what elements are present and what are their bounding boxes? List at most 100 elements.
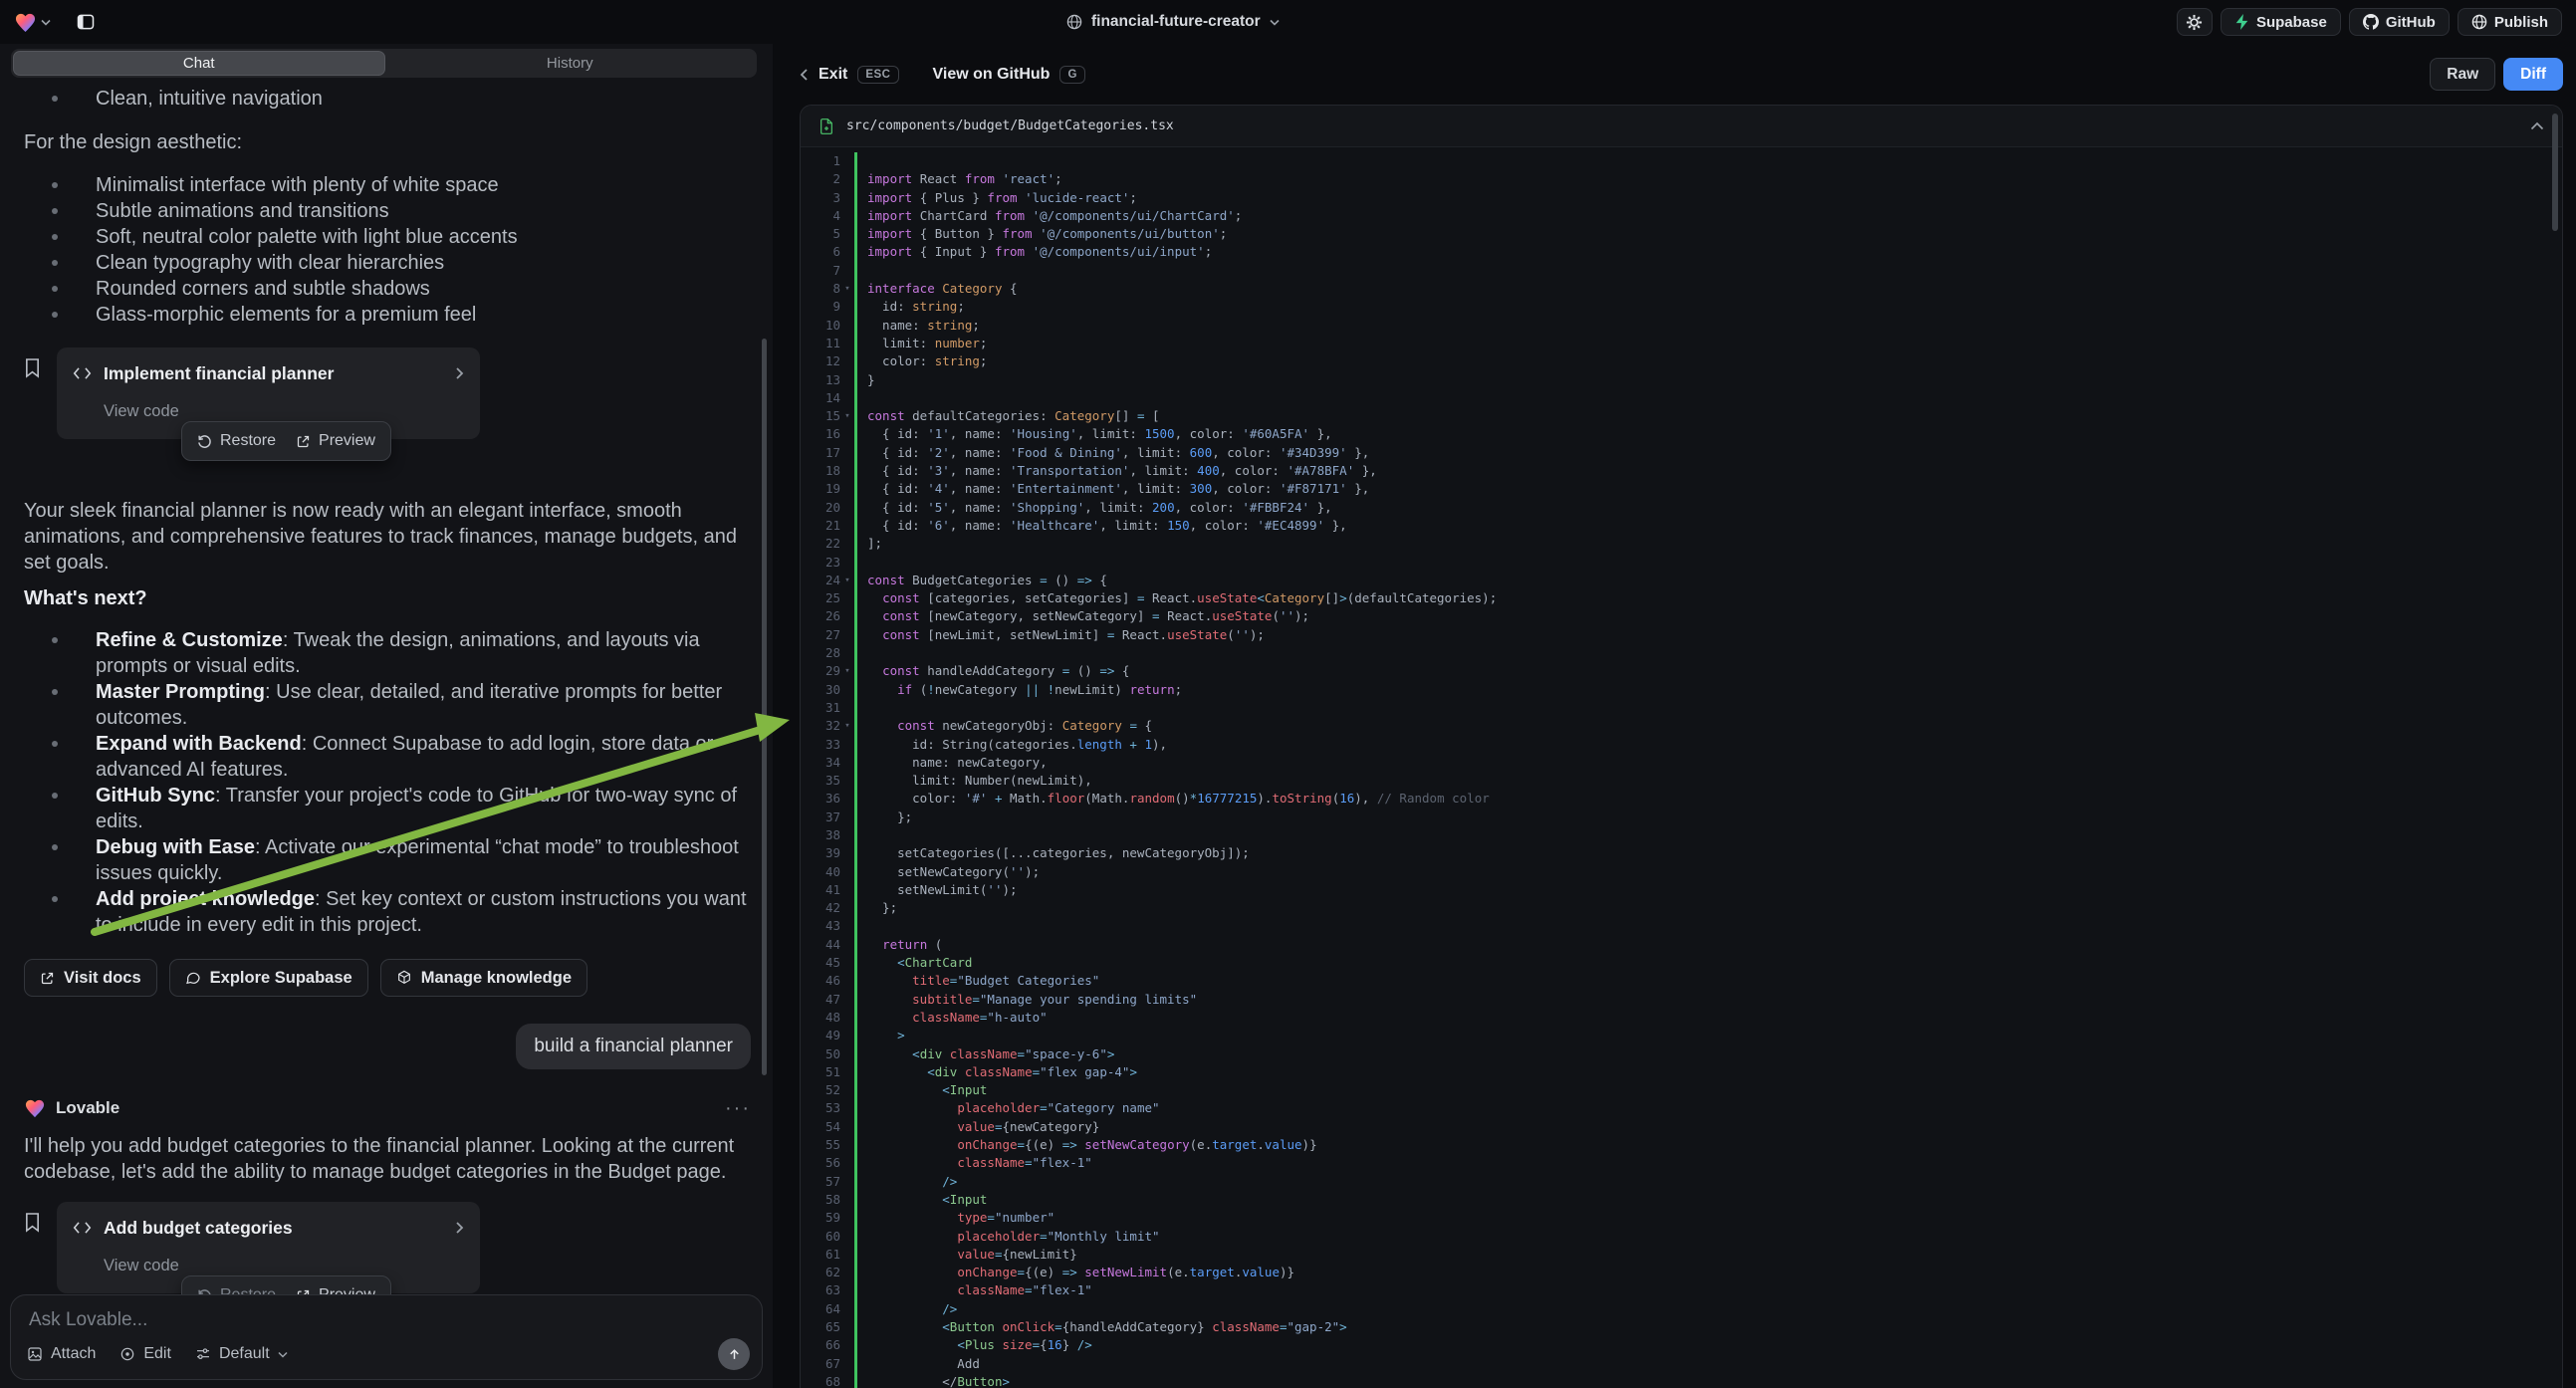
code-line: 65 <Button onClick={handleAddCategory} c… [801, 1318, 2562, 1336]
fold-arrow[interactable]: ▾ [840, 280, 854, 298]
project-switcher[interactable]: financial-future-creator [1066, 0, 1280, 44]
composer-input[interactable]: Ask Lovable... [29, 1309, 746, 1331]
code-line: 17 { id: '2', name: 'Food & Dining', lim… [801, 444, 2562, 462]
code-line: 34 name: newCategory, [801, 754, 2562, 772]
fold-arrow [840, 844, 854, 862]
send-button[interactable] [718, 1338, 750, 1370]
fold-arrow [840, 863, 854, 881]
line-number: 38 [801, 826, 840, 844]
model-selector[interactable]: Default [195, 1345, 288, 1363]
sidebar-toggle-button[interactable] [71, 7, 101, 37]
attach-button[interactable]: Attach [27, 1345, 96, 1363]
code-view-header: Exit ESC View on GitHub G Raw Diff [800, 44, 2563, 105]
view-on-github-button[interactable]: View on GitHub G [933, 66, 1085, 84]
visit-docs-button[interactable]: Visit docs [24, 959, 157, 997]
line-number: 50 [801, 1045, 840, 1063]
list-item: Subtle animations and transitions [24, 198, 751, 224]
fold-arrow [840, 1355, 854, 1373]
code-scrollbar[interactable] [2552, 114, 2558, 231]
line-number: 54 [801, 1118, 840, 1136]
bullet-icon [52, 260, 58, 266]
code-line: 12 color: string; [801, 352, 2562, 370]
line-number: 57 [801, 1173, 840, 1191]
version-card-implement-financial-planner[interactable]: Implement financial planner View code Re… [57, 347, 480, 439]
code-line: 4import ChartCard from '@/components/ui/… [801, 207, 2562, 225]
message-menu-button[interactable]: ··· [725, 1095, 751, 1121]
assistant-paragraph: For the design aesthetic: [24, 129, 751, 155]
fold-arrow [840, 170, 854, 188]
fold-arrow[interactable]: ▾ [840, 717, 854, 735]
manage-knowledge-button[interactable]: Manage knowledge [380, 959, 587, 997]
explore-supabase-button[interactable]: Explore Supabase [169, 959, 368, 997]
lovable-logo-icon [14, 12, 37, 33]
external-link-icon [296, 434, 311, 449]
lovable-menu-button[interactable] [14, 12, 51, 33]
publish-button[interactable]: Publish [2458, 8, 2562, 36]
code-line: 51 <div className="flex gap-4"> [801, 1063, 2562, 1081]
supabase-button[interactable]: Supabase [2221, 8, 2341, 36]
line-number: 53 [801, 1099, 840, 1117]
line-number: 3 [801, 189, 840, 207]
line-number: 8 [801, 280, 840, 298]
tab-chat[interactable]: Chat [13, 51, 385, 76]
exit-button[interactable]: Exit ESC [800, 66, 899, 84]
fold-arrow [840, 881, 854, 899]
code-line: 29▾ const handleAddCategory = () => { [801, 662, 2562, 680]
line-number: 26 [801, 607, 840, 625]
github-button[interactable]: GitHub [2349, 8, 2450, 36]
fold-arrow [840, 371, 854, 389]
assistant-paragraph: I'll help you add budget categories to t… [24, 1133, 751, 1185]
line-number: 42 [801, 899, 840, 917]
code-line: 67 Add [801, 1355, 2562, 1373]
preview-button[interactable]: Preview [296, 428, 375, 454]
fold-arrow[interactable]: ▾ [840, 572, 854, 589]
restore-button[interactable]: Restore [197, 428, 276, 454]
bookmark-icon[interactable] [24, 357, 41, 378]
code-line: 64 /> [801, 1300, 2562, 1318]
code-line: 57 /> [801, 1173, 2562, 1191]
fold-arrow [840, 736, 854, 754]
line-number: 12 [801, 352, 840, 370]
external-link-icon [40, 971, 55, 986]
version-card-title: Add budget categories [104, 1215, 443, 1241]
line-number: 67 [801, 1355, 840, 1373]
user-message: build a financial planner [516, 1024, 751, 1069]
line-number: 30 [801, 681, 840, 699]
fold-arrow [840, 1246, 854, 1264]
bookmark-icon[interactable] [24, 1212, 41, 1233]
code-line: 53 placeholder="Category name" [801, 1099, 2562, 1117]
fold-arrow[interactable]: ▾ [840, 662, 854, 680]
code-line: 62 onChange={(e) => setNewLimit(e.target… [801, 1264, 2562, 1281]
edit-mode-button[interactable]: Edit [119, 1345, 171, 1363]
raw-toggle-button[interactable]: Raw [2430, 58, 2495, 91]
chat-panel: Chat History Clean, intuitive navigation… [0, 44, 773, 1388]
chat-scrollbar[interactable] [762, 339, 767, 1075]
settings-button[interactable] [2177, 8, 2213, 36]
list-item: Clean, intuitive navigation [24, 86, 751, 112]
line-number: 22 [801, 535, 840, 553]
supabase-icon [2234, 14, 2249, 30]
line-number: 65 [801, 1318, 840, 1336]
tab-history[interactable]: History [385, 51, 756, 76]
version-card-add-budget-categories[interactable]: Add budget categories View code Restore [57, 1202, 480, 1293]
code-line: 2import React from 'react'; [801, 170, 2562, 188]
chevron-up-icon[interactable] [2530, 121, 2544, 130]
diff-toggle-button[interactable]: Diff [2503, 58, 2563, 91]
bullet-icon [52, 182, 58, 188]
fold-arrow [840, 1209, 854, 1227]
code-line: 55 onChange={(e) => setNewCategory(e.tar… [801, 1136, 2562, 1154]
version-card-wrap: Add budget categories View code Restore [24, 1202, 482, 1293]
list-item: Clean typography with clear hierarchies [24, 250, 751, 276]
fold-arrow [840, 809, 854, 826]
code-line: 49 > [801, 1027, 2562, 1044]
bullet-icon [52, 96, 58, 102]
fold-arrow [840, 152, 854, 170]
fold-arrow[interactable]: ▾ [840, 407, 854, 425]
file-header[interactable]: src/components/budget/BudgetCategories.t… [801, 106, 2562, 147]
code-line: 15▾const defaultCategories: Category[] =… [801, 407, 2562, 425]
app-root: financial-future-creator [0, 0, 2576, 1388]
fold-arrow [840, 243, 854, 261]
bullet-icon [52, 637, 58, 643]
line-number: 9 [801, 298, 840, 316]
fold-arrow [840, 954, 854, 972]
